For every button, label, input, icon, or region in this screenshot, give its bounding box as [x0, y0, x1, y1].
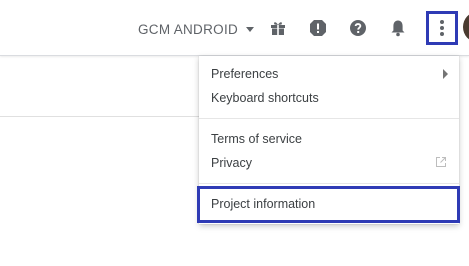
- menu-item-label: Privacy: [211, 156, 252, 170]
- top-app-bar: GCM ANDROID: [0, 0, 469, 56]
- notifications-icon: [391, 20, 405, 37]
- project-selector[interactable]: GCM ANDROID: [138, 19, 255, 39]
- menu-item-project-information[interactable]: Project information: [199, 192, 459, 216]
- menu-item-preferences[interactable]: Preferences: [199, 62, 459, 86]
- menu-item-label: Terms of service: [211, 132, 302, 146]
- dropdown-caret-icon: [246, 27, 255, 32]
- notifications-button[interactable]: [388, 17, 408, 39]
- gift-icon: [271, 22, 285, 35]
- feedback-button[interactable]: [308, 17, 328, 39]
- project-name: GCM ANDROID: [138, 21, 239, 37]
- account-avatar[interactable]: [463, 12, 469, 42]
- menu-item-label: Keyboard shortcuts: [211, 91, 319, 105]
- menu-item-label: Project information: [211, 197, 316, 211]
- more-vert-icon: [440, 20, 444, 36]
- menu-divider: [199, 118, 459, 119]
- menu-divider: [199, 183, 459, 184]
- external-link-icon: [436, 157, 446, 167]
- more-options-button[interactable]: [426, 11, 458, 45]
- help-button[interactable]: [348, 17, 368, 39]
- overflow-menu: Preferences Keyboard shortcuts Terms of …: [199, 56, 459, 224]
- submenu-arrow-icon: [443, 69, 448, 79]
- menu-item-privacy[interactable]: Privacy: [199, 151, 459, 175]
- menu-item-label: Preferences: [211, 67, 279, 81]
- gift-button[interactable]: [268, 17, 288, 39]
- menu-item-terms-of-service[interactable]: Terms of service: [199, 127, 459, 151]
- feedback-icon: [310, 20, 326, 36]
- menu-item-keyboard-shortcuts[interactable]: Keyboard shortcuts: [199, 86, 459, 110]
- help-icon: [350, 20, 366, 36]
- content-divider: [0, 116, 200, 117]
